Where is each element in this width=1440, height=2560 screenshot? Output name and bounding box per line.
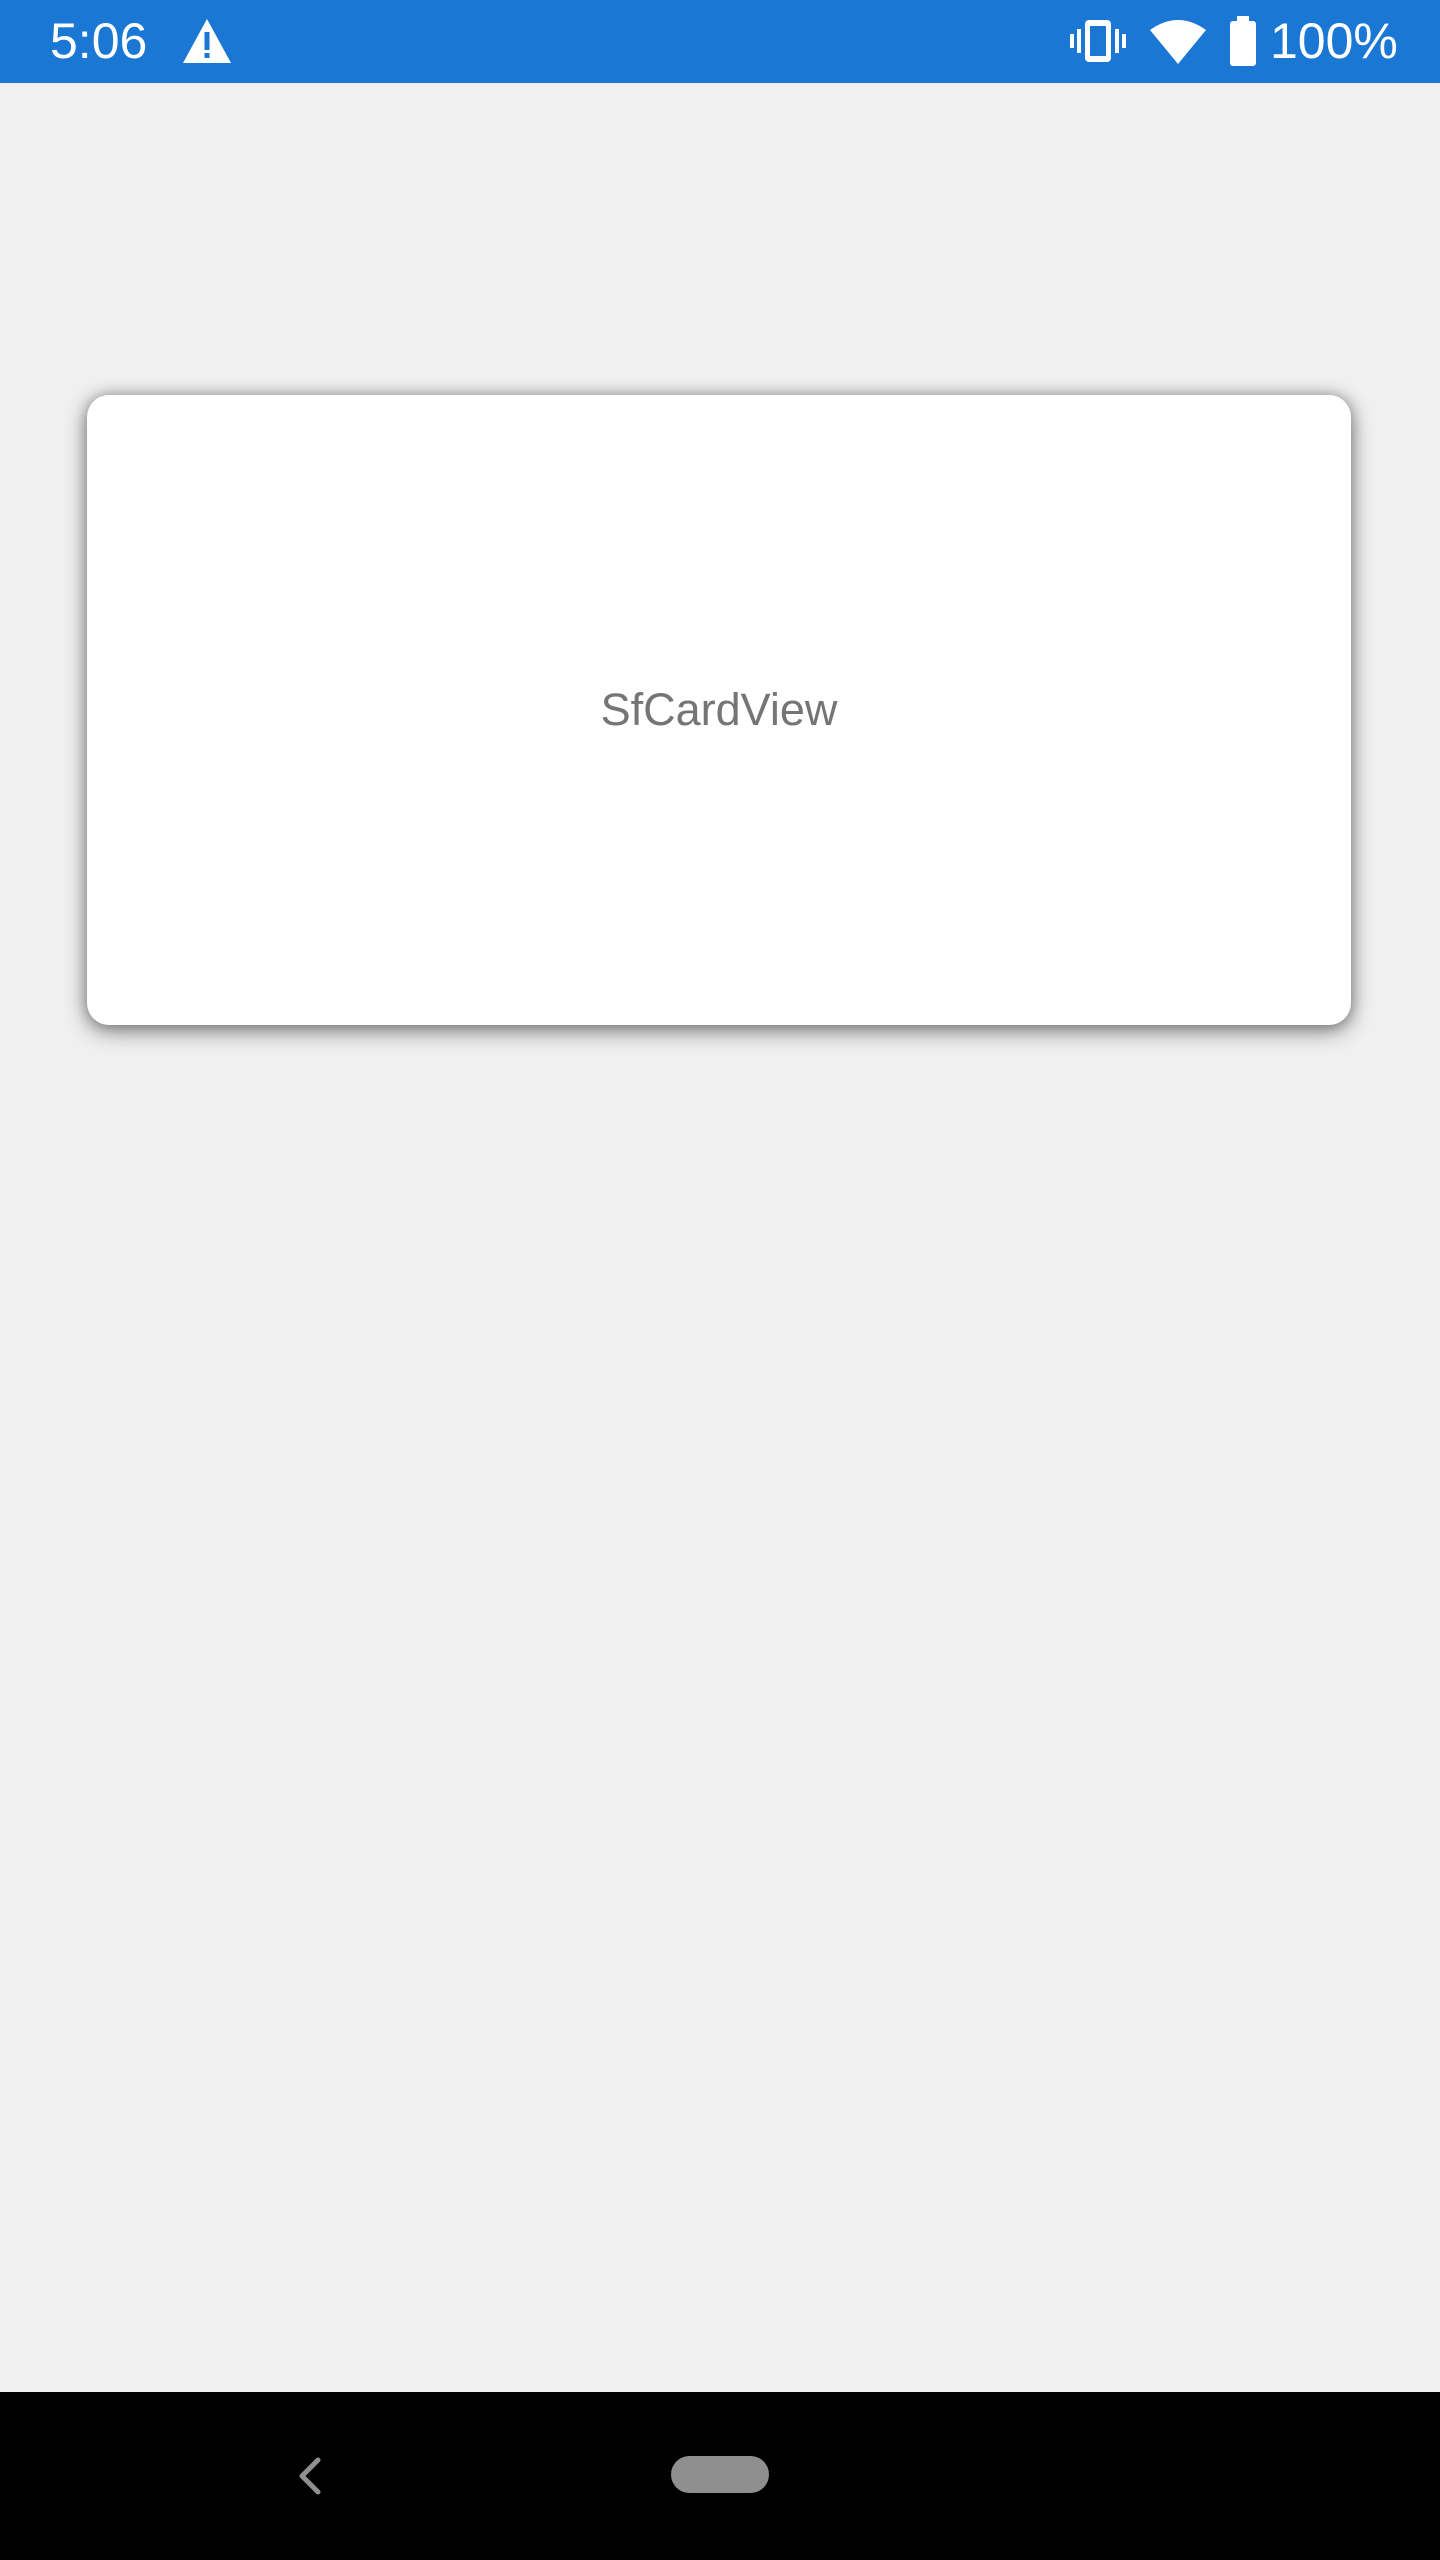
card-label: SfCardView bbox=[600, 684, 838, 735]
status-bar: 5:06 100% bbox=[0, 0, 1440, 83]
card-view: SfCardView bbox=[87, 395, 1351, 1025]
back-icon[interactable] bbox=[290, 2446, 330, 2506]
home-button[interactable] bbox=[671, 2456, 769, 2493]
status-time: 5:06 bbox=[50, 13, 148, 69]
warning-icon bbox=[183, 19, 231, 63]
battery-percentage: 100% bbox=[1270, 13, 1398, 69]
wifi-icon bbox=[1150, 20, 1206, 64]
vibrate-icon bbox=[1070, 20, 1126, 62]
battery-icon bbox=[1230, 16, 1256, 66]
navigation-bar bbox=[0, 2392, 1440, 2560]
